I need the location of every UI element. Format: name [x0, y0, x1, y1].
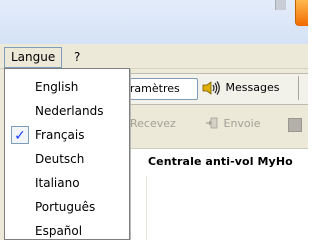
language-label: Português — [35, 200, 96, 214]
check-icon: ✓ — [11, 126, 29, 144]
language-item-nederlands[interactable]: Nederlands — [5, 99, 129, 123]
language-item-portugues[interactable]: Português — [5, 195, 129, 219]
menu-langue[interactable]: Langue — [4, 47, 63, 68]
recevez-button[interactable]: Recevez — [130, 117, 176, 130]
language-item-english[interactable]: English — [5, 75, 129, 99]
toolbar: Recevez Envoie — [130, 112, 308, 136]
close-button[interactable] — [295, 0, 308, 26]
language-dropdown: English Nederlands ✓ Français Deutsch It… — [4, 68, 130, 240]
app-window: Langue ? Paramètres Messages Recevez — [0, 0, 308, 240]
panel-body — [146, 176, 308, 240]
language-item-deutsch[interactable]: Deutsch — [5, 147, 129, 171]
language-item-francais[interactable]: ✓ Français — [5, 123, 129, 147]
speaker-icon — [202, 81, 222, 95]
tab-parametres-label: Paramètres — [130, 82, 180, 95]
tab-messages[interactable]: Messages — [202, 78, 279, 98]
tab-parametres[interactable]: Paramètres — [130, 78, 198, 100]
menu-help[interactable]: ? — [70, 48, 84, 66]
envoie-label: Envoie — [223, 117, 261, 130]
language-label: Español — [35, 224, 83, 238]
tab-separator — [298, 76, 299, 100]
language-label: Deutsch — [35, 152, 85, 166]
language-label: English — [35, 80, 79, 94]
language-item-italiano[interactable]: Italiano — [5, 171, 129, 195]
send-icon — [206, 117, 218, 129]
title-bar — [0, 0, 308, 44]
recevez-label: Recevez — [130, 117, 176, 130]
language-label: Nederlands — [35, 104, 104, 118]
tab-messages-label: Messages — [225, 81, 280, 94]
disabled-toolbar-icon[interactable] — [288, 118, 302, 132]
language-label: Français — [35, 128, 85, 142]
language-item-espanol[interactable]: Español — [5, 219, 129, 240]
envoie-button[interactable]: Envoie — [206, 117, 261, 130]
panel-title: Centrale anti-vol MyHo — [148, 155, 293, 168]
window-control[interactable] — [275, 0, 286, 10]
language-label: Italiano — [35, 176, 80, 190]
